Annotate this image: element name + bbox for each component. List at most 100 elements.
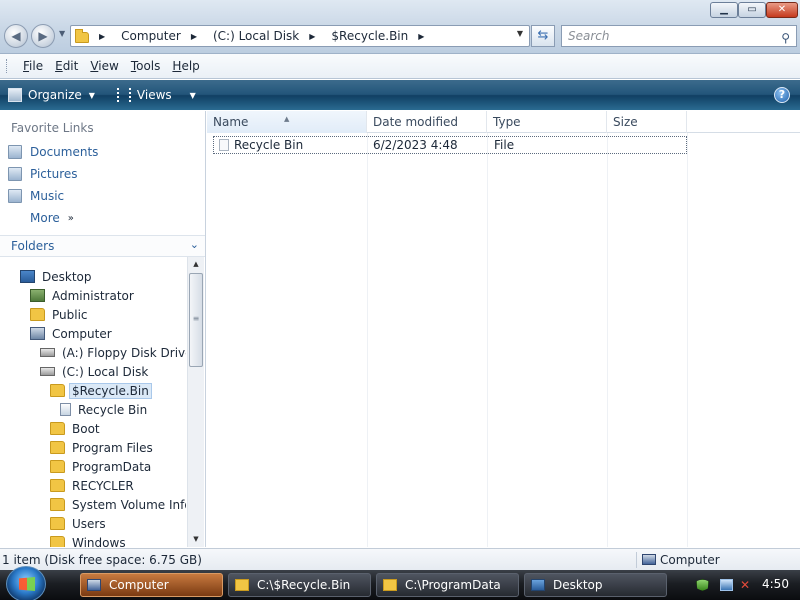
recent-pages-dropdown-icon[interactable]: ▼ (59, 29, 65, 38)
breadcrumb-local-disk[interactable]: (C:) Local Disk (213, 29, 299, 43)
breadcrumb-chevron[interactable]: ▶ (309, 32, 321, 41)
address-dropdown-icon[interactable]: ▼ (517, 29, 523, 38)
volume-muted-icon[interactable]: ✕ (740, 579, 753, 591)
address-bar[interactable]: ▶ Computer ▶ (C:) Local Disk ▶ $Recycle.… (70, 25, 530, 47)
column-header-type[interactable]: Type (487, 111, 607, 133)
taskbar-button-recycle-bin-folder[interactable]: C:\$Recycle.Bin (228, 573, 371, 597)
tree-item[interactable]: Recycle Bin (60, 400, 147, 419)
breadcrumb-computer[interactable]: Computer (121, 29, 181, 43)
menu-help[interactable]: Help (166, 59, 205, 73)
back-button[interactable]: ◀ (4, 24, 28, 48)
tree-item[interactable]: RECYCLER (50, 476, 134, 495)
folder-icon (50, 498, 65, 511)
chevron-right-icon: ▶ (190, 31, 197, 41)
navigation-pane: Favorite Links Documents Pictures Music … (0, 111, 206, 547)
minimize-button[interactable]: ▁ (710, 2, 738, 18)
network-icon[interactable] (720, 579, 733, 591)
menu-label-rest: ile (29, 59, 44, 73)
menu-tools[interactable]: Tools (125, 59, 167, 73)
column-divider (687, 133, 688, 547)
tree-item-label: Windows (72, 535, 126, 548)
desktop-icon (531, 579, 545, 591)
file-name: Recycle Bin (234, 138, 304, 152)
menu-view[interactable]: View (84, 59, 124, 73)
more-label: More (30, 211, 60, 225)
taskbar-button-computer[interactable]: Computer (80, 573, 223, 597)
breadcrumb-root-chevron[interactable]: ▶ (99, 32, 111, 41)
column-header-name[interactable]: Name ▲ (207, 111, 367, 133)
views-button[interactable]: Views ▼ (116, 88, 196, 102)
maximize-button[interactable]: ▭ (738, 2, 766, 18)
clock[interactable]: 4:50 (762, 577, 789, 591)
help-icon[interactable]: ? (774, 87, 790, 103)
scroll-up-icon[interactable]: ▲ (188, 257, 204, 272)
menu-label-rest: elp (181, 59, 200, 73)
chevron-right-icon: ▶ (309, 31, 316, 41)
column-divider (607, 133, 608, 547)
breadcrumb-recycle-bin-folder[interactable]: $Recycle.Bin (331, 29, 408, 43)
favorite-links-more[interactable]: More » (30, 211, 74, 225)
taskbar-button-programdata[interactable]: C:\ProgramData (376, 573, 519, 597)
tree-item[interactable]: (C:) Local Disk (40, 362, 148, 381)
close-icon: ✕ (777, 4, 787, 15)
file-type: File (494, 138, 515, 152)
pictures-icon (8, 167, 22, 181)
breadcrumb-label: Computer (121, 29, 181, 43)
tree-item[interactable]: Windows (50, 533, 126, 547)
breadcrumb-label: (C:) Local Disk (212, 29, 300, 43)
chevron-down-icon: ▼ (88, 90, 95, 100)
taskbar-button-label: Computer (109, 578, 169, 592)
column-header-label: Type (493, 115, 521, 129)
menu-file[interactable]: File (17, 59, 49, 73)
forward-button[interactable]: ▶ (31, 24, 55, 48)
tree-item[interactable]: System Volume Inforr (50, 495, 186, 514)
start-button[interactable] (6, 566, 46, 600)
organize-button[interactable]: Organize ▼ (8, 88, 95, 102)
favorite-link-music[interactable]: Music (8, 189, 64, 203)
organize-label: Organize (28, 88, 82, 102)
column-header-date-modified[interactable]: Date modified (367, 111, 487, 133)
tree-item[interactable]: Users (50, 514, 106, 533)
scroll-down-icon[interactable]: ▼ (188, 532, 204, 547)
folder-icon (75, 29, 89, 43)
tree-item[interactable]: Desktop (20, 267, 92, 286)
tree-item[interactable]: $Recycle.Bin (50, 381, 152, 400)
tree-item-label: System Volume Inforr (72, 497, 186, 512)
tree-item-label: Desktop (42, 269, 92, 284)
tree-item[interactable]: Public (30, 305, 88, 324)
local-disk-icon (40, 367, 55, 376)
tree-item[interactable]: Program Files (50, 438, 153, 457)
back-arrow-icon: ◀ (11, 29, 21, 43)
status-text: 1 item (Disk free space: 6.75 GB) (2, 553, 202, 567)
menu-accelerator: E (55, 59, 63, 73)
tree-item[interactable]: Administrator (30, 286, 134, 305)
computer-icon (642, 554, 656, 565)
folder-tree-scrollbar[interactable]: ▲ ≡ ▼ (187, 257, 204, 547)
column-header-size[interactable]: Size (607, 111, 687, 133)
refresh-button[interactable]: ⇆ (531, 25, 555, 47)
table-row[interactable]: Recycle Bin 6/2/2023 4:48 File (213, 136, 687, 154)
favorite-link-label: Documents (30, 145, 99, 159)
favorite-link-pictures[interactable]: Pictures (8, 167, 78, 181)
menu-label-rest: ools (136, 59, 161, 73)
scrollbar-thumb[interactable]: ≡ (189, 273, 203, 367)
tree-item[interactable]: ProgramData (50, 457, 151, 476)
menu-edit[interactable]: Edit (49, 59, 84, 73)
folder-icon (235, 579, 249, 591)
security-shield-icon[interactable] (696, 579, 709, 591)
tree-item[interactable]: Computer (30, 324, 112, 343)
folder-icon (50, 384, 65, 397)
breadcrumb-chevron[interactable]: ▶ (191, 32, 203, 41)
tree-item[interactable]: (A:) Floppy Disk Drive (40, 343, 186, 362)
close-button[interactable]: ✕ (766, 2, 798, 18)
search-input[interactable]: Search ⚲ (561, 25, 797, 47)
favorite-link-documents[interactable]: Documents (8, 145, 98, 159)
double-chevron-right-icon: » (67, 212, 74, 224)
tree-item-label: ProgramData (72, 459, 152, 474)
breadcrumb-chevron[interactable]: ▶ (418, 32, 430, 41)
tree-item[interactable]: Boot (50, 419, 100, 438)
taskbar-button-desktop[interactable]: Desktop (524, 573, 667, 597)
folders-header[interactable]: Folders ⌄ (0, 235, 205, 257)
status-divider (636, 552, 637, 568)
search-icon[interactable]: ⚲ (781, 28, 790, 48)
